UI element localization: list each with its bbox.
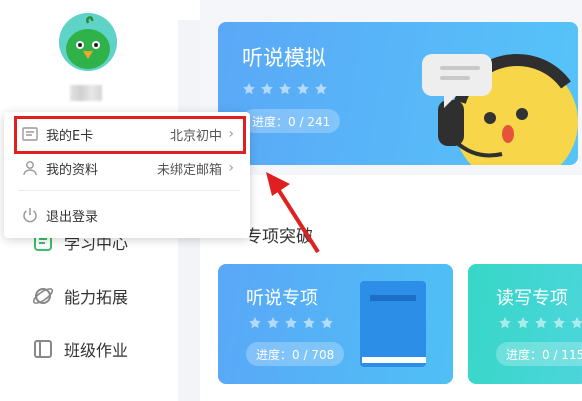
card-title: 读写专项	[496, 288, 568, 309]
user-icon	[22, 160, 38, 176]
menu-item-logout[interactable]: 退出登录	[4, 199, 250, 231]
menu-item-label: 退出登录	[46, 209, 99, 225]
card-progress: 进度：0 / 708	[246, 342, 345, 366]
power-icon	[22, 207, 38, 223]
mock-test-banner[interactable]: 听说模拟 进度：0 / 241	[218, 22, 578, 165]
rating-stars	[242, 82, 328, 96]
star-icon	[517, 317, 529, 329]
star-icon	[571, 317, 582, 329]
star-icon	[243, 83, 255, 95]
star-icon	[279, 83, 291, 95]
star-icon	[261, 83, 273, 95]
book-illustration-icon	[360, 281, 426, 367]
menu-item-label: 我的资料	[46, 162, 99, 178]
annotation-arrow-icon	[266, 172, 320, 254]
star-icon	[285, 317, 297, 329]
username-redacted	[70, 85, 102, 101]
nav-item-ability-expansion[interactable]: 能力拓展	[32, 282, 128, 310]
card-title: 听说专项	[246, 288, 318, 309]
star-icon	[553, 317, 565, 329]
listening-speaking-card[interactable]: 听说专项 进度：0 / 708	[218, 264, 453, 384]
star-icon	[499, 317, 511, 329]
avatar[interactable]	[59, 13, 117, 71]
menu-item-my-profile[interactable]: 我的资料 未绑定邮箱 ›	[4, 152, 250, 184]
menu-divider	[18, 190, 240, 191]
star-icon	[535, 317, 547, 329]
mascot-headphones-icon	[422, 53, 578, 165]
star-icon	[297, 83, 309, 95]
banner-progress: 进度：0 / 241	[242, 109, 341, 133]
star-icon	[267, 317, 279, 329]
star-icon	[315, 83, 327, 95]
star-icon	[303, 317, 315, 329]
menu-item-value: 未绑定邮箱	[156, 162, 222, 178]
banner-title: 听说模拟	[242, 46, 326, 70]
star-icon	[321, 317, 333, 329]
star-icon	[249, 317, 261, 329]
rating-stars	[248, 316, 334, 330]
planet-icon	[32, 285, 54, 307]
nav-label: 能力拓展	[64, 288, 129, 307]
nav-item-class-homework[interactable]: 班级作业	[32, 335, 128, 363]
nav-label: 班级作业	[64, 341, 129, 360]
bird-avatar-icon	[59, 13, 117, 71]
highlight-box	[14, 116, 246, 154]
card-progress: 进度：0 / 115	[496, 342, 582, 366]
chevron-right-icon: ›	[228, 160, 234, 176]
rating-stars	[498, 316, 582, 330]
reading-writing-card[interactable]: 读写专项 进度：0 / 115	[468, 264, 582, 384]
clipboard-icon	[32, 338, 54, 360]
